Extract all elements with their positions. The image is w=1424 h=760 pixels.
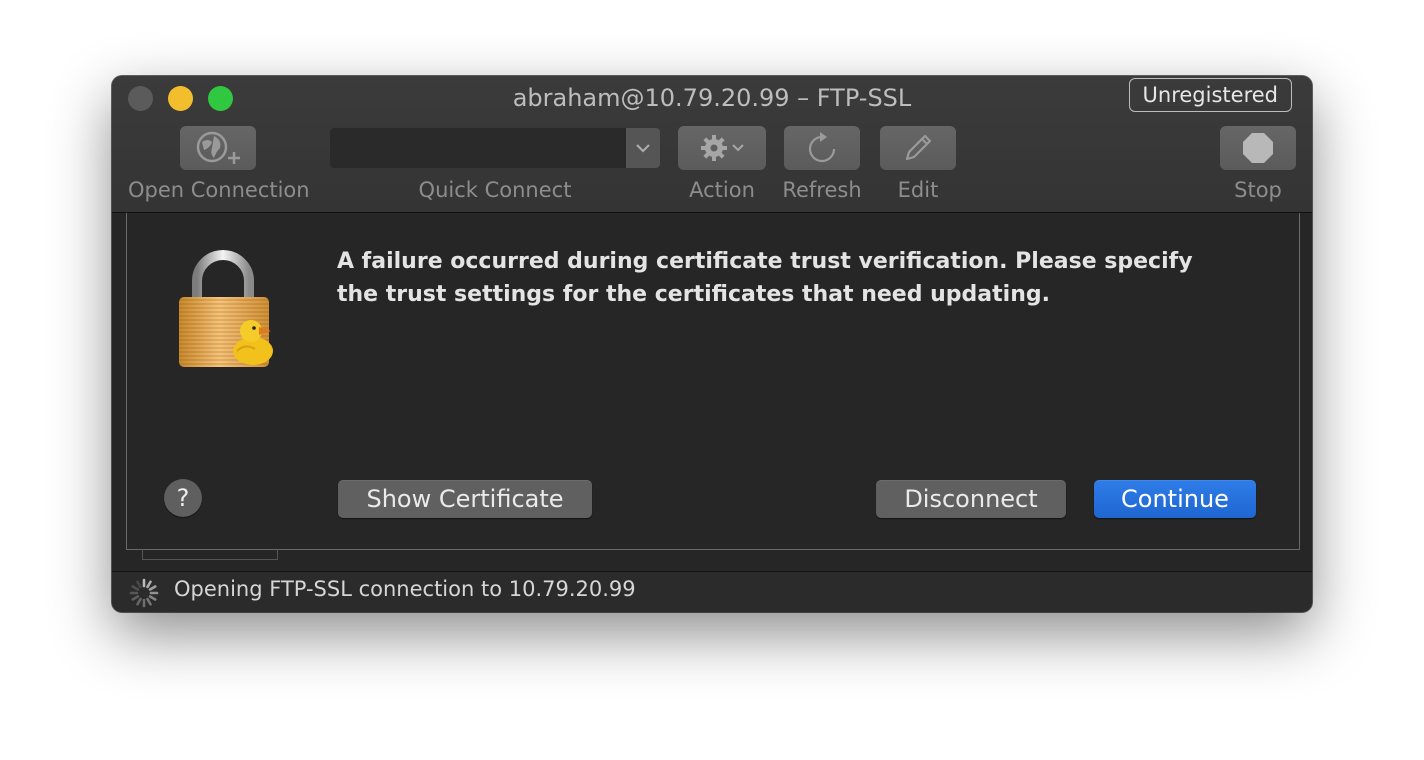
loading-spinner-icon — [129, 578, 159, 608]
gear-icon — [701, 135, 727, 161]
stop-label: Stop — [1234, 178, 1282, 202]
refresh-label: Refresh — [782, 178, 862, 202]
action-button[interactable] — [678, 126, 766, 170]
titlebar-toolbar: abraham@10.79.20.99 – FTP-SSL Unregister… — [112, 76, 1312, 213]
action-label: Action — [689, 178, 755, 202]
help-button[interactable]: ? — [164, 479, 202, 517]
show-certificate-button[interactable]: Show Certificate — [338, 480, 592, 518]
toolbar-quick-connect: Quick Connect — [330, 126, 660, 202]
disconnect-button[interactable]: Disconnect — [876, 480, 1066, 518]
table-fragment — [142, 549, 278, 560]
edit-button[interactable] — [880, 126, 956, 170]
refresh-icon — [808, 132, 836, 163]
main-content: A failure occurred during certificate tr… — [112, 213, 1312, 571]
status-bar: Opening FTP-SSL connection to 10.79.20.9… — [112, 571, 1312, 612]
toolbar-open-connection[interactable]: Open Connection — [128, 126, 310, 202]
toolbar-stop[interactable]: Stop — [1218, 126, 1298, 202]
quick-connect-combobox[interactable] — [330, 128, 660, 168]
continue-button[interactable]: Continue — [1094, 480, 1256, 518]
open-connection-button[interactable] — [180, 126, 256, 170]
stop-octagon-icon — [1243, 133, 1273, 163]
toolbar-action[interactable]: Action — [678, 126, 766, 202]
pencil-icon — [905, 134, 932, 161]
open-connection-label: Open Connection — [128, 178, 310, 202]
lock-duck-icon — [179, 250, 273, 367]
certificate-trust-sheet: A failure occurred during certificate tr… — [126, 213, 1300, 550]
quick-connect-label: Quick Connect — [418, 178, 572, 202]
dialog-message: A failure occurred during certificate tr… — [337, 249, 1193, 307]
unregistered-badge[interactable]: Unregistered — [1128, 78, 1292, 112]
toolbar-refresh[interactable]: Refresh — [780, 126, 864, 202]
chevron-down-icon — [732, 144, 744, 152]
toolbar-edit[interactable]: Edit — [878, 126, 958, 202]
edit-label: Edit — [897, 178, 939, 202]
globe-plus-icon — [196, 131, 240, 164]
quick-connect-dropdown[interactable] — [626, 128, 660, 168]
status-text: Opening FTP-SSL connection to 10.79.20.9… — [174, 577, 636, 601]
refresh-button[interactable] — [784, 126, 860, 170]
stop-button[interactable] — [1220, 126, 1296, 170]
app-window: abraham@10.79.20.99 – FTP-SSL Unregister… — [112, 76, 1312, 612]
chevron-down-icon — [636, 144, 650, 153]
